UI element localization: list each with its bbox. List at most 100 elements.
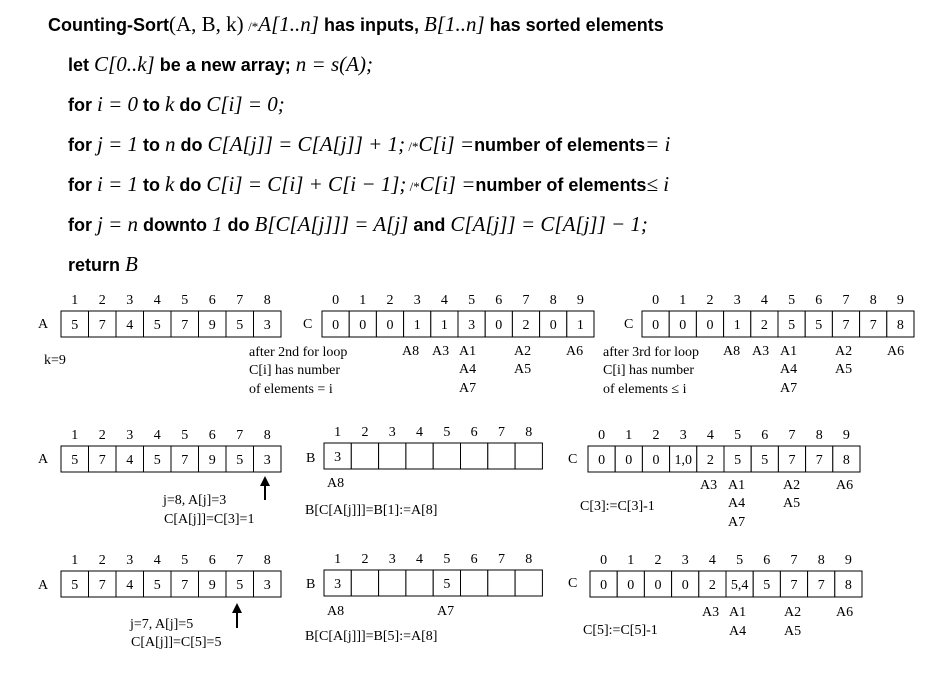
array-B-step1-cell (487, 442, 516, 470)
ann5-a3: A3 (702, 605, 719, 620)
array-C-step2-index: 4 (709, 553, 716, 568)
array-A-row1-index: 2 (99, 293, 106, 308)
array-C-after2-value: 0 (332, 318, 339, 333)
array-A-row2-index: 6 (209, 428, 216, 443)
array-C-after2-index: 2 (387, 293, 394, 308)
ann3-a7: A7 (780, 381, 797, 396)
array-A-row3-value: 5 (154, 578, 161, 593)
array-A-row2-value: 7 (99, 453, 106, 468)
array-A-row1-value: 5 (154, 318, 161, 333)
array-C-after2-index: 6 (495, 293, 502, 308)
ann2-a6: A6 (566, 344, 583, 359)
ann3-a5: A5 (835, 362, 852, 377)
label-C-row1b: C (624, 317, 633, 332)
array-C-step2-value: 7 (791, 578, 798, 593)
array-C-after2-value: 0 (495, 318, 502, 333)
ann5-a4: A4 (729, 624, 746, 639)
array-A-row1-value: 4 (126, 318, 133, 333)
array-C-step2-index: 5 (736, 553, 743, 568)
array-C-after2-index: 3 (414, 293, 421, 308)
array-C-after2-index: 9 (577, 293, 584, 308)
array-B-step1-value: 3 (334, 450, 341, 465)
array-A-row1-value: 7 (99, 318, 106, 333)
ann4-a5: A5 (783, 496, 800, 511)
ann3-a8: A8 (723, 344, 740, 359)
array-B-step1-cell (514, 442, 543, 470)
array-A-row1-index: 6 (209, 293, 216, 308)
array-B-step1-index: 8 (525, 425, 532, 440)
step2-c: C[A[j]]=C[5]=5 (131, 635, 221, 650)
array-C-after3-index: 7 (843, 293, 850, 308)
array-A-row1-index: 8 (264, 293, 271, 308)
array-A-row1-value: 7 (181, 318, 188, 333)
array-A-row2-index: 4 (154, 428, 161, 443)
array-A-row3-index: 7 (236, 553, 243, 568)
array-B-step1-cell (350, 442, 380, 470)
array-B-step2-cell (378, 569, 407, 597)
array-C-step1-index: 8 (816, 428, 823, 443)
step2-b-a7: A7 (437, 604, 454, 619)
label-A-row3: A (38, 578, 49, 593)
step1-dec: C[3]:=C[3]-1 (580, 499, 655, 514)
array-C-step1-index: 9 (843, 428, 850, 443)
array-A-row3-index: 2 (99, 553, 106, 568)
array-B-step2-index: 1 (334, 552, 341, 567)
array-C-step2-index: 9 (845, 553, 852, 568)
array-B-step2-cell (487, 569, 516, 597)
step2-b-a8: A8 (327, 604, 344, 619)
array-C-step1-value: 2 (707, 453, 714, 468)
step1-b-assign: B[C[A[j]]]=B[1]:=A[8] (305, 503, 437, 518)
array-C-step1-value: 5 (734, 453, 741, 468)
step1-j: j=8, A[j]=3 (162, 493, 226, 508)
array-A-row2-index: 8 (264, 428, 271, 443)
array-A-row3-value: 5 (71, 578, 78, 593)
array-C-step2-value: 0 (655, 578, 662, 593)
ann3-a2: A2 (835, 344, 852, 359)
array-A-row3-index: 5 (181, 553, 188, 568)
array-C-step1-value: 0 (598, 453, 605, 468)
array-C-step1-value: 8 (843, 453, 850, 468)
array-A-row1-value: 5 (236, 318, 243, 333)
ann2-a7: A7 (459, 381, 476, 396)
array-A-row1-index: 5 (181, 293, 188, 308)
array-A-row3-value: 7 (99, 578, 106, 593)
array-C-after3-index: 2 (707, 293, 714, 308)
array-B-step2-cell (460, 569, 489, 597)
array-C-after2-value: 1 (577, 318, 584, 333)
array-A-row2-value: 4 (126, 453, 133, 468)
array-A-row3-value: 4 (126, 578, 133, 593)
array-C-step2-value: 0 (627, 578, 634, 593)
ann5-a6: A6 (836, 605, 853, 620)
array-B-step2-index: 2 (361, 552, 368, 567)
label-C-row1a: C (303, 317, 312, 332)
array-C-step2-value: 5,4 (731, 578, 749, 593)
array-B-step1-cell (432, 442, 462, 470)
ann3-a3: A3 (752, 344, 769, 359)
array-C-after3-value: 7 (843, 318, 850, 333)
array-A-row1-value: 9 (209, 318, 216, 333)
array-C-after3-value: 7 (870, 318, 877, 333)
array-B-step2-index: 5 (443, 552, 450, 567)
array-A-row3-index: 4 (154, 553, 161, 568)
array-A-row3-value: 9 (209, 578, 216, 593)
array-A-row1-index: 4 (154, 293, 161, 308)
counting-sort-diagram: 5172435475965738000102131435062708190001… (38, 293, 915, 650)
ann4-a7: A7 (728, 515, 745, 530)
array-A-row2-index: 5 (181, 428, 188, 443)
array-B-step1-cell (460, 442, 489, 470)
array-C-step2-index: 7 (791, 553, 798, 568)
label-B-row3: B (306, 577, 315, 592)
arrow-up-icon (260, 476, 270, 500)
array-A-row2-value: 5 (236, 453, 243, 468)
array-C-step1-index: 5 (734, 428, 741, 443)
ann3-a4: A4 (780, 362, 797, 377)
array-A-row2-value: 5 (154, 453, 161, 468)
label-A-row2: A (38, 452, 49, 467)
array-C-after2-index: 0 (332, 293, 339, 308)
array-B-step2-index: 7 (498, 552, 505, 567)
array-B-step2-index: 4 (416, 552, 423, 567)
label-C-row3: C (568, 576, 577, 591)
array-C-after2-value: 1 (414, 318, 421, 333)
array-A-row2-value: 9 (209, 453, 216, 468)
ann4-a1: A1 (728, 478, 745, 493)
